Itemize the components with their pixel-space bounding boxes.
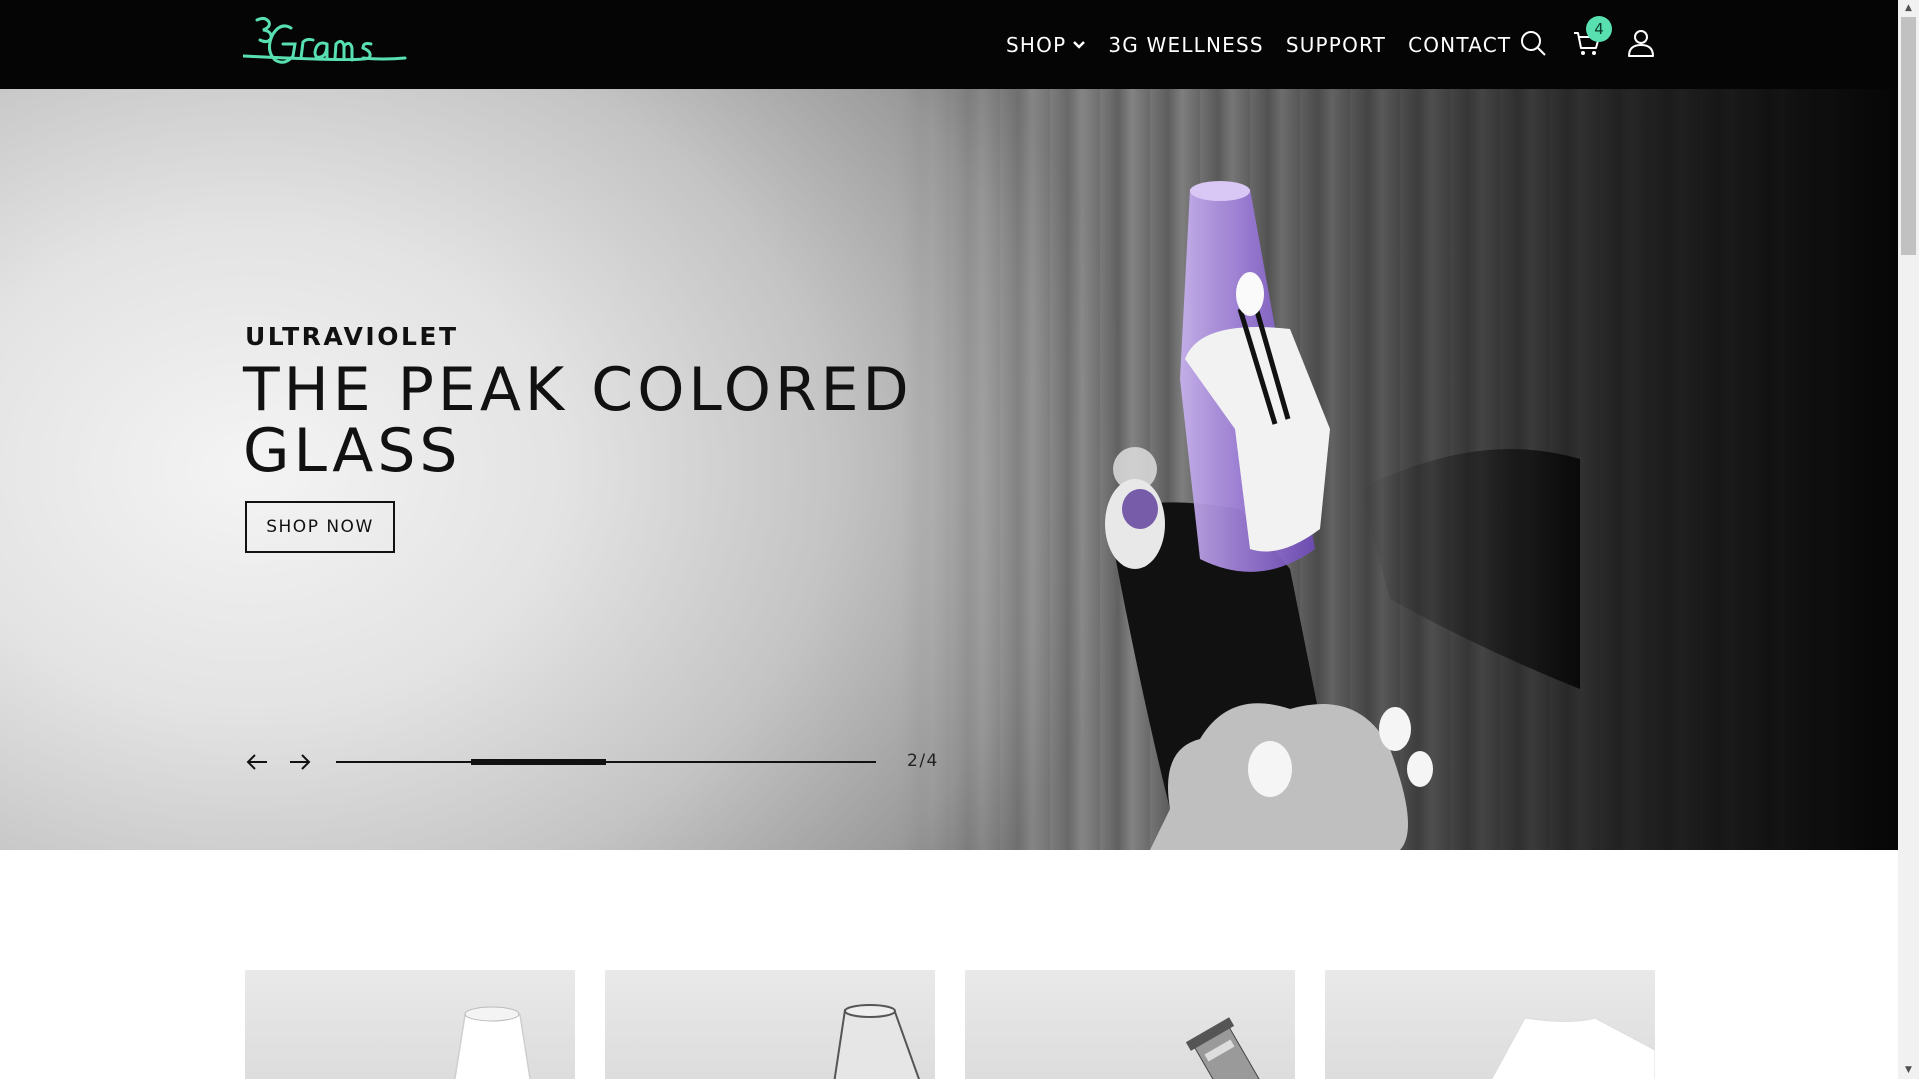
scroll-up-arrow-icon[interactable]: ▲ [1898,0,1919,17]
hero-slider: ULTRAVIOLET THE PEAK COLORED GLASS SHOP … [0,89,1898,850]
nav-contact[interactable]: CONTACT [1408,32,1511,58]
nav-shop[interactable]: SHOP [1006,32,1086,58]
product-card[interactable] [1325,970,1655,1079]
scroll-down-arrow-icon[interactable]: ▼ [1898,1062,1919,1079]
tshirt-image [1491,1017,1655,1079]
chevron-down-icon [1073,41,1086,49]
product-card[interactable] [245,970,575,1079]
nav-support-label: SUPPORT [1285,33,1387,57]
slide-progress-track[interactable] [336,759,876,765]
slider-controls: 2/4 [245,748,945,776]
product-card[interactable] [965,970,1295,1079]
hero-eyebrow: ULTRAVIOLET [245,322,459,351]
account-button[interactable] [1626,28,1656,58]
page-scrollbar[interactable]: ▲ ▼ [1898,0,1919,1079]
prev-slide-button[interactable] [245,752,269,772]
arrow-left-icon [246,754,267,770]
site-header: SHOP 3G WELLNESS SUPPORT CONTACT 4 [0,0,1898,89]
scroll-thumb[interactable] [1901,17,1916,255]
shop-now-button[interactable]: SHOP NOW [245,501,395,553]
main-nav: SHOP 3G WELLNESS SUPPORT CONTACT [1006,32,1533,58]
nav-3g-wellness-label: 3G WELLNESS [1108,33,1264,57]
slide-progress-indicator [471,759,606,765]
header-icons: 4 [1518,16,1680,58]
product-card[interactable] [605,970,935,1079]
next-slide-button[interactable] [288,752,312,772]
atomizer-image [1185,1017,1269,1079]
slide-counter: 2/4 [907,751,939,771]
nav-shop-label: SHOP [1006,33,1067,57]
nav-contact-label: CONTACT [1408,33,1512,57]
cart-count-badge: 4 [1586,16,1612,42]
brand-logo[interactable] [241,14,408,76]
arrow-right-icon [290,754,311,770]
glass-top-image [833,1004,920,1079]
search-button[interactable] [1518,28,1548,58]
hero-product-image [1105,181,1580,850]
user-icon [1628,30,1654,57]
glass-attachment-image [454,1006,531,1079]
nav-3g-wellness[interactable]: 3G WELLNESS [1108,32,1263,58]
search-icon [1521,31,1546,56]
nav-support[interactable]: SUPPORT [1286,32,1386,58]
product-grid [245,970,1655,1079]
cart-button[interactable]: 4 [1572,16,1612,58]
hero-headline: THE PEAK COLORED GLASS [243,355,913,486]
